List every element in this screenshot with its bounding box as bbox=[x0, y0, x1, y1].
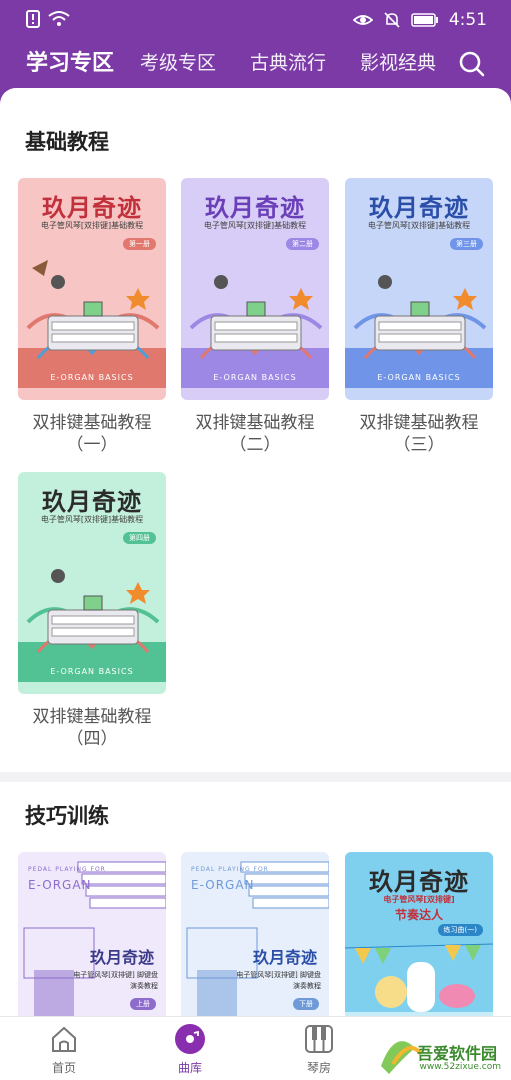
content-panel: 基础教程 玖月奇迹 电子管风琴[双排键]基础教程 第一册 E-ORGAN BAS… bbox=[0, 88, 511, 1016]
tab-study-zone[interactable]: 学习专区 bbox=[26, 45, 114, 77]
skill-card[interactable]: 玖月奇迹 电子管风琴[双排键] 节奏达人 练习曲(一) bbox=[345, 852, 493, 1016]
course-title-line1: 双排键基础教程 bbox=[32, 707, 152, 727]
cover-title: 玖月奇迹 bbox=[42, 194, 142, 222]
disc-icon bbox=[175, 1024, 205, 1054]
course-title-line2: （一） bbox=[66, 435, 118, 455]
nav-piano-room-label: 琴房 bbox=[306, 1061, 331, 1075]
volume-badge: 第二册 bbox=[286, 238, 319, 250]
cover-footer: E-ORGAN BASICS bbox=[50, 373, 134, 382]
search-icon[interactable] bbox=[457, 48, 487, 78]
skill-cover: PEDAL PLAYING FOR E-ORGAN 玖月奇迹 电子管风琴[双排键… bbox=[18, 852, 166, 1016]
course-card[interactable]: 玖月奇迹 电子管风琴[双排键]基础教程 第三册 E-ORGAN BASICS 双… bbox=[345, 178, 493, 456]
nav-home-label: 首页 bbox=[51, 1061, 76, 1075]
course-title-line2: （二） bbox=[229, 435, 281, 455]
skill-cover: 玖月奇迹 电子管风琴[双排键] 节奏达人 练习曲(一) bbox=[345, 852, 493, 1016]
pedal-caption: PEDAL PLAYING FOR bbox=[28, 866, 106, 873]
cover-subtitle: 电子管风琴[双排键] 脚键盘演奏教程 bbox=[73, 971, 158, 990]
cover-subtitle-2: 节奏达人 bbox=[394, 908, 443, 922]
cover-footer: E-ORGAN BASICS bbox=[377, 373, 461, 382]
alert-sim-icon bbox=[26, 10, 40, 28]
mute-bell-icon bbox=[384, 12, 400, 28]
cover-title: 玖月奇迹 bbox=[369, 868, 469, 896]
cover-subtitle: 电子管风琴[双排键] 脚键盘演奏教程 bbox=[236, 971, 321, 990]
course-title-line2: （三） bbox=[393, 435, 445, 455]
cover-footer: E-ORGAN BASICS bbox=[213, 373, 297, 382]
course-cover: 玖月奇迹 电子管风琴[双排键]基础教程 第一册 E-ORGAN BASICS bbox=[18, 178, 166, 400]
nav-home[interactable]: 首页 bbox=[24, 1023, 104, 1076]
cover-title: 玖月奇迹 bbox=[252, 948, 317, 967]
course-title: 双排键基础教程 （四） bbox=[18, 706, 166, 750]
volume-badge: 练习曲(一) bbox=[437, 924, 483, 936]
cover-subtitle: 电子管风琴[双排键]基础教程 bbox=[367, 221, 471, 230]
volume-badge: 第一册 bbox=[123, 238, 156, 250]
battery-icon bbox=[411, 13, 438, 27]
section-title-basics: 基础教程 bbox=[25, 130, 109, 154]
pedal-title: E-ORGAN bbox=[28, 878, 92, 892]
cover-title: 玖月奇迹 bbox=[42, 488, 142, 516]
course-title-line1: 双排键基础教程 bbox=[32, 413, 152, 433]
piano-icon bbox=[305, 1025, 333, 1053]
section-divider bbox=[0, 772, 511, 782]
course-title: 双排键基础教程 （三） bbox=[345, 412, 493, 456]
course-title-line1: 双排键基础教程 bbox=[359, 413, 479, 433]
volume-badge: 下册 bbox=[293, 998, 319, 1010]
category-tabs: 学习专区 考级专区 古典流行 影视经典 bbox=[0, 40, 511, 88]
cover-subtitle: 电子管风琴[双排键] bbox=[383, 895, 455, 904]
cover-subtitle: 电子管风琴[双排键]基础教程 bbox=[203, 221, 307, 230]
status-right: 4:51 bbox=[352, 10, 487, 30]
section-title-skills: 技巧训练 bbox=[25, 804, 109, 828]
cover-subtitle: 电子管风琴[双排键]基础教程 bbox=[40, 221, 144, 230]
status-bar: 4:51 bbox=[0, 0, 511, 40]
nav-library-label: 曲库 bbox=[177, 1061, 202, 1075]
nav-piano-room[interactable]: 琴房 bbox=[279, 1023, 359, 1076]
volume-badge: 第三册 bbox=[450, 238, 483, 250]
volume-badge: 上册 bbox=[130, 998, 156, 1010]
status-left bbox=[26, 10, 70, 28]
organ-illustration bbox=[18, 569, 166, 682]
organ-illustration bbox=[181, 275, 329, 388]
course-cover: 玖月奇迹 电子管风琴[双排键]基础教程 第三册 E-ORGAN BASICS bbox=[345, 178, 493, 400]
wifi-icon bbox=[48, 11, 70, 26]
volume-badge: 第四册 bbox=[123, 532, 156, 544]
home-icon bbox=[52, 1026, 76, 1052]
course-title: 双排键基础教程 （一） bbox=[18, 412, 166, 456]
pedal-title: E-ORGAN bbox=[191, 878, 255, 892]
watermark-text: 吾爱软件园 bbox=[416, 1044, 497, 1063]
cover-title: 玖月奇迹 bbox=[205, 194, 305, 222]
course-cover: 玖月奇迹 电子管风琴[双排键]基础教程 第四册 E-ORGAN BASICS bbox=[18, 472, 166, 694]
course-card[interactable]: 玖月奇迹 电子管风琴[双排键]基础教程 第四册 E-ORGAN BASICS 双… bbox=[18, 472, 166, 750]
cover-title: 玖月奇迹 bbox=[369, 194, 469, 222]
nav-library[interactable]: 曲库 bbox=[150, 1023, 230, 1076]
course-title-line2: （四） bbox=[66, 729, 118, 749]
organ-illustration bbox=[345, 275, 493, 388]
tab-film-classic[interactable]: 影视经典 bbox=[360, 48, 436, 75]
course-card[interactable]: 玖月奇迹 电子管风琴[双排键]基础教程 第一册 E-ORGAN BASICS 双… bbox=[18, 178, 166, 456]
skill-card[interactable]: PEDAL PLAYING FOR E-ORGAN 玖月奇迹 电子管风琴[双排键… bbox=[18, 852, 166, 1016]
skill-card[interactable]: PEDAL PLAYING FOR E-ORGAN 玖月奇迹 电子管风琴[双排键… bbox=[181, 852, 329, 1016]
clock: 4:51 bbox=[448, 10, 487, 30]
skill-cover: PEDAL PLAYING FOR E-ORGAN 玖月奇迹 电子管风琴[双排键… bbox=[181, 852, 329, 1016]
cover-subtitle: 电子管风琴[双排键]基础教程 bbox=[40, 515, 144, 524]
pedal-caption: PEDAL PLAYING FOR bbox=[191, 866, 269, 873]
eye-icon bbox=[352, 15, 373, 25]
course-title: 双排键基础教程 （二） bbox=[181, 412, 329, 456]
cover-title: 玖月奇迹 bbox=[89, 948, 154, 967]
cover-footer: E-ORGAN BASICS bbox=[50, 667, 134, 676]
course-title-line1: 双排键基础教程 bbox=[195, 413, 315, 433]
tab-exam-zone[interactable]: 考级专区 bbox=[140, 48, 216, 75]
tab-classic-pop[interactable]: 古典流行 bbox=[250, 48, 326, 75]
course-card[interactable]: 玖月奇迹 电子管风琴[双排键]基础教程 第二册 E-ORGAN BASICS 双… bbox=[181, 178, 329, 456]
organ-illustration bbox=[18, 260, 166, 388]
watermark-url: www.52zixue.com bbox=[419, 1062, 501, 1072]
course-cover: 玖月奇迹 电子管风琴[双排键]基础教程 第二册 E-ORGAN BASICS bbox=[181, 178, 329, 400]
